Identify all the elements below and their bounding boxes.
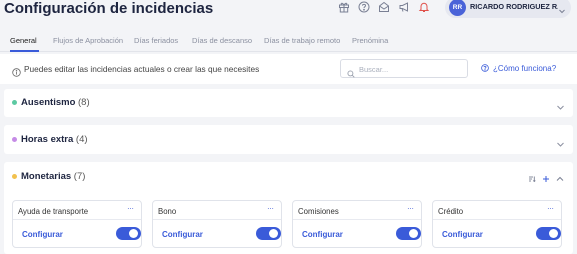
bell-icon[interactable]: [418, 1, 430, 13]
enabled-toggle[interactable]: [536, 227, 561, 240]
more-options-icon[interactable]: ···: [127, 204, 134, 213]
info-text: Puedes editar las incidencias actuales o…: [24, 64, 260, 74]
tab-holidays[interactable]: Días feriados: [134, 36, 178, 45]
gift-icon[interactable]: [338, 1, 350, 13]
card-header: Bono ···: [153, 201, 281, 220]
enabled-toggle[interactable]: [396, 227, 421, 240]
sort-icon[interactable]: [528, 170, 536, 183]
add-icon[interactable]: [542, 170, 550, 182]
avatar: RR: [449, 0, 466, 16]
search-icon: [347, 65, 355, 78]
tab-general[interactable]: General: [10, 36, 37, 45]
card-title: Crédito: [438, 207, 464, 216]
user-menu[interactable]: RR RICARDO RODRIGUEZ R...: [445, 0, 571, 18]
search-box: [340, 59, 468, 78]
more-options-icon[interactable]: ···: [267, 204, 274, 213]
section-color-dot: [12, 137, 17, 142]
section-title: Monetarias (7): [21, 171, 86, 182]
megaphone-icon[interactable]: [398, 1, 410, 13]
help-circle-icon: [481, 64, 489, 72]
section-ausentismo[interactable]: Ausentismo (8): [4, 89, 573, 117]
section-title: Ausentismo (8): [21, 97, 90, 108]
configure-link[interactable]: Configurar: [162, 230, 203, 239]
info-icon: [12, 64, 21, 77]
configure-link[interactable]: Configurar: [302, 230, 343, 239]
tab-remote-work-days[interactable]: Días de trabajo remoto: [264, 36, 340, 45]
help-circle-icon[interactable]: [358, 1, 370, 13]
section-color-dot: [12, 100, 17, 105]
toggle-knob: [549, 229, 558, 238]
active-tab-indicator: [10, 50, 39, 52]
tab-approval-flows[interactable]: Flujos de Aprobación: [53, 36, 123, 45]
card-title: Bono: [158, 207, 177, 216]
info-bar: Puedes editar las incidencias actuales o…: [0, 54, 577, 84]
chevron-up-icon[interactable]: [556, 170, 564, 181]
toggle-knob: [129, 229, 138, 238]
more-options-icon[interactable]: ···: [407, 204, 414, 213]
tab-rest-days[interactable]: Días de descanso: [192, 36, 252, 45]
more-options-icon[interactable]: ···: [547, 204, 554, 213]
configure-link[interactable]: Configurar: [442, 230, 483, 239]
chevron-down-icon: [558, 2, 566, 14]
card-title: Comisiones: [298, 207, 339, 216]
enabled-toggle[interactable]: [256, 227, 281, 240]
toggle-knob: [269, 229, 278, 238]
incidence-card-bono: Bono ··· Configurar: [152, 200, 282, 248]
section-horas-extra[interactable]: Horas extra (4): [4, 125, 573, 154]
how-it-works-label: ¿Cómo funciona?: [493, 64, 557, 73]
incidence-card-credito: Crédito ··· Configurar: [432, 200, 562, 248]
card-header: Comisiones ···: [293, 201, 421, 220]
card-title: Ayuda de transporte: [18, 207, 89, 216]
card-header: Ayuda de transporte ···: [13, 201, 141, 220]
user-name: RICARDO RODRIGUEZ R...: [470, 2, 558, 11]
enabled-toggle[interactable]: [116, 227, 141, 240]
configure-link[interactable]: Configurar: [22, 230, 63, 239]
tab-bar: General Flujos de Aprobación Días feriad…: [0, 28, 577, 52]
incidence-card-ayuda-transporte: Ayuda de transporte ··· Configurar: [12, 200, 142, 248]
how-it-works-link[interactable]: ¿Cómo funciona?: [481, 64, 556, 73]
chevron-down-icon[interactable]: [556, 99, 565, 110]
search-input[interactable]: [359, 63, 463, 75]
page-title: Configuración de incidencias: [4, 0, 214, 17]
section-title: Horas extra (4): [21, 134, 88, 145]
incidence-card-comisiones: Comisiones ··· Configurar: [292, 200, 422, 248]
section-color-dot: [12, 174, 17, 179]
toggle-knob: [409, 229, 418, 238]
mail-icon[interactable]: [378, 1, 390, 13]
chevron-down-icon[interactable]: [556, 136, 565, 147]
card-header: Crédito ···: [433, 201, 561, 220]
tab-prepayroll[interactable]: Prenómina: [352, 36, 388, 45]
page-header: Configuración de incidencias RR RICARDO …: [0, 0, 577, 28]
